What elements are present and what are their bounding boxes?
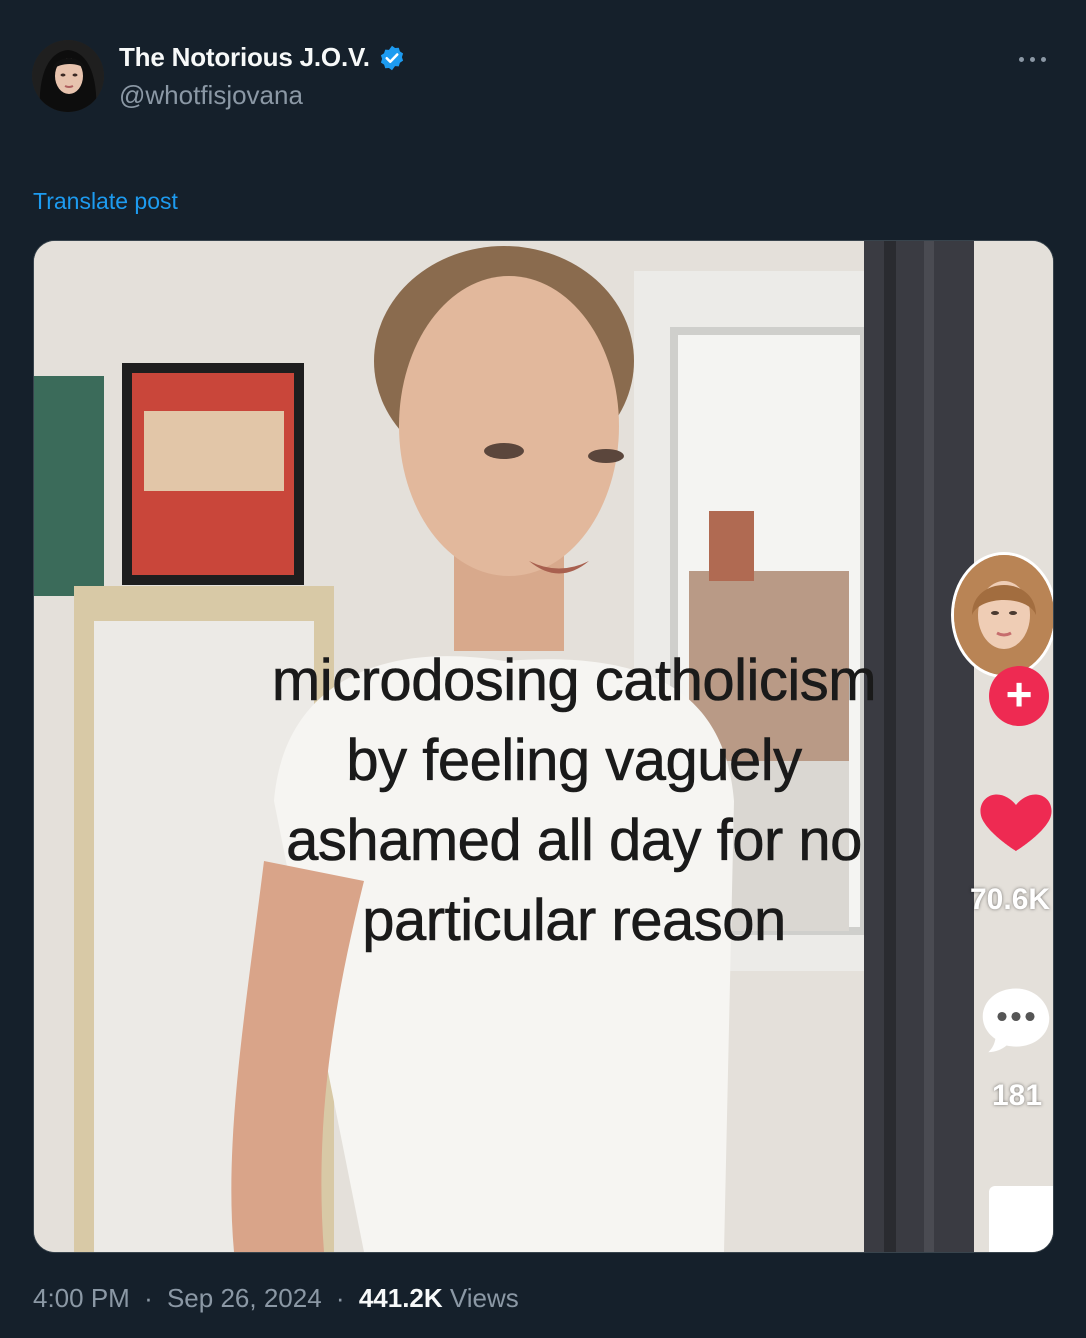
post-media-image[interactable]: microdosing catholicism by feeling vague… <box>33 240 1054 1253</box>
tiktok-comment-count: 181 <box>992 1079 1043 1112</box>
author-name-row[interactable]: The Notorious J.O.V. <box>119 42 406 73</box>
more-options-icon[interactable] <box>1012 44 1052 74</box>
tiktok-like-count: 70.6K <box>970 883 1051 916</box>
separator-dot: · <box>335 1283 345 1313</box>
post-time[interactable]: 4:00 PM <box>33 1283 130 1313</box>
separator-dot: · <box>144 1283 153 1313</box>
author-avatar[interactable] <box>32 40 104 112</box>
comment-bubble-icon <box>974 978 1053 1062</box>
author-handle[interactable]: @whotfisjovana <box>119 80 303 111</box>
verified-badge-icon <box>378 44 406 72</box>
caption-line: microdosing catholicism <box>271 648 877 714</box>
post-metadata: 4:00 PM · Sep 26, 2024 · 441.2K Views <box>33 1283 519 1314</box>
caption-line: by feeling vaguely <box>346 728 802 794</box>
caption-line: ashamed all day for no <box>286 808 863 874</box>
caption-line: particular reason <box>362 888 787 954</box>
share-icon <box>989 1186 1053 1252</box>
media-caption: microdosing catholicism by feeling vague… <box>144 641 1004 961</box>
tiktok-follow-plus-icon: + <box>989 666 1049 726</box>
author-display-name[interactable]: The Notorious J.O.V. <box>119 42 370 73</box>
views-count: 441.2K <box>358 1283 443 1313</box>
post-date[interactable]: Sep 26, 2024 <box>167 1283 322 1313</box>
views-label: Views <box>449 1283 519 1313</box>
post-card: The Notorious J.O.V. @whotfisjovana Tran… <box>0 0 1086 1338</box>
heart-icon <box>976 781 1053 861</box>
translate-post-link[interactable]: Translate post <box>33 188 178 215</box>
tiktok-creator-avatar <box>951 552 1053 678</box>
